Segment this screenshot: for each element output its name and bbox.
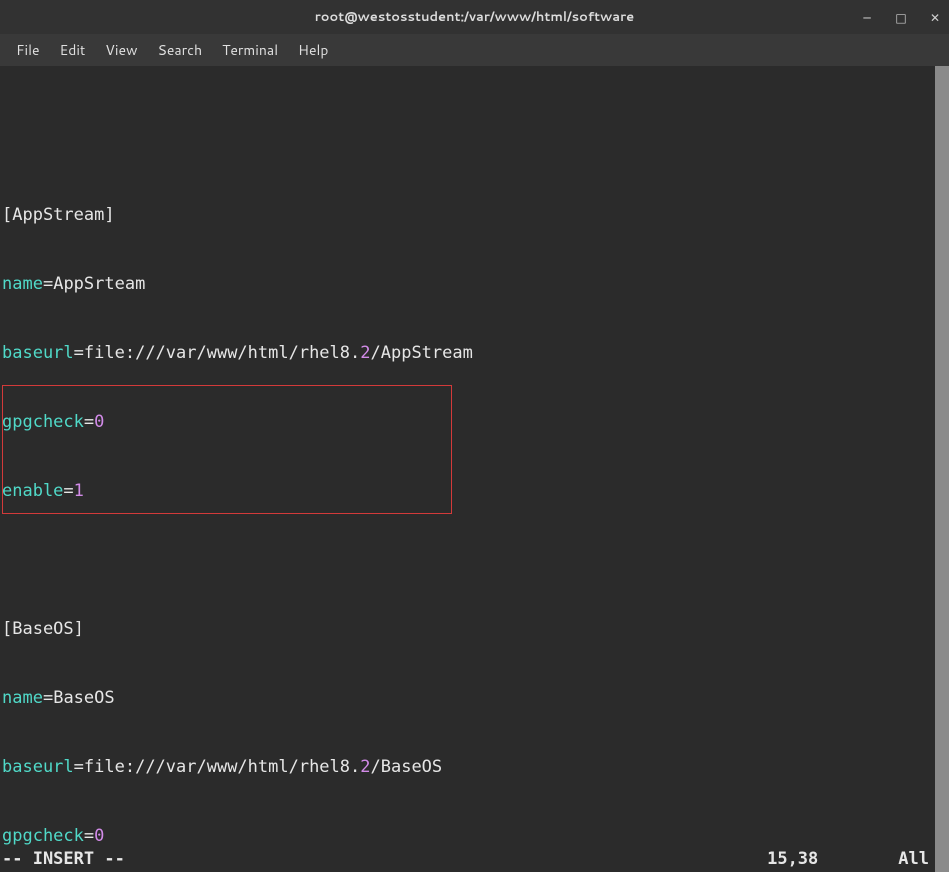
key: gpgcheck — [2, 826, 84, 846]
minimize-icon[interactable]: ─ — [859, 9, 875, 26]
close-icon[interactable]: ✕ — [927, 9, 943, 26]
value: AppSrteam — [53, 274, 145, 294]
status-bar: -- INSERT -- 15,38 All — [0, 849, 949, 872]
window-titlebar: root@westosstudent:/var/www/html/softwar… — [0, 0, 949, 34]
value: 1 — [74, 481, 84, 501]
cursor-position: 15,38 — [767, 849, 818, 872]
scroll-position: All — [898, 849, 929, 872]
menu-file[interactable]: File — [6, 35, 50, 65]
key: name — [2, 688, 43, 708]
section-header: [AppStream] — [2, 205, 115, 225]
value: file:///var/www/html/rhel8. — [84, 757, 360, 777]
maximize-icon[interactable]: □ — [893, 9, 909, 26]
value: file:///var/www/html/rhel8. — [84, 343, 360, 363]
key: name — [2, 274, 43, 294]
menu-search[interactable]: Search — [148, 35, 213, 65]
menu-help[interactable]: Help — [288, 35, 338, 65]
value: 0 — [94, 412, 104, 432]
menu-terminal[interactable]: Terminal — [212, 35, 288, 65]
scrollbar-thumb[interactable] — [935, 66, 949, 872]
key: baseurl — [2, 343, 74, 363]
window-title: root@westosstudent:/var/www/html/softwar… — [315, 8, 634, 26]
key: enable — [2, 481, 63, 501]
value: 0 — [94, 826, 104, 846]
window-controls: ─ □ ✕ — [859, 9, 943, 26]
value-num: 2 — [360, 757, 370, 777]
editor-area[interactable]: [AppStream] name=AppSrteam baseurl=file:… — [0, 66, 949, 849]
vim-mode: -- INSERT -- — [2, 849, 125, 872]
value: BaseOS — [53, 688, 114, 708]
menu-bar: File Edit View Search Terminal Help — [0, 34, 949, 66]
section-header: [BaseOS] — [2, 619, 84, 639]
scrollbar[interactable] — [935, 66, 949, 872]
key: gpgcheck — [2, 412, 84, 432]
value-num: 2 — [360, 343, 370, 363]
value: /BaseOS — [371, 757, 443, 777]
menu-edit[interactable]: Edit — [50, 35, 96, 65]
menu-view[interactable]: View — [95, 35, 147, 65]
value: /AppStream — [371, 343, 473, 363]
key: baseurl — [2, 757, 74, 777]
